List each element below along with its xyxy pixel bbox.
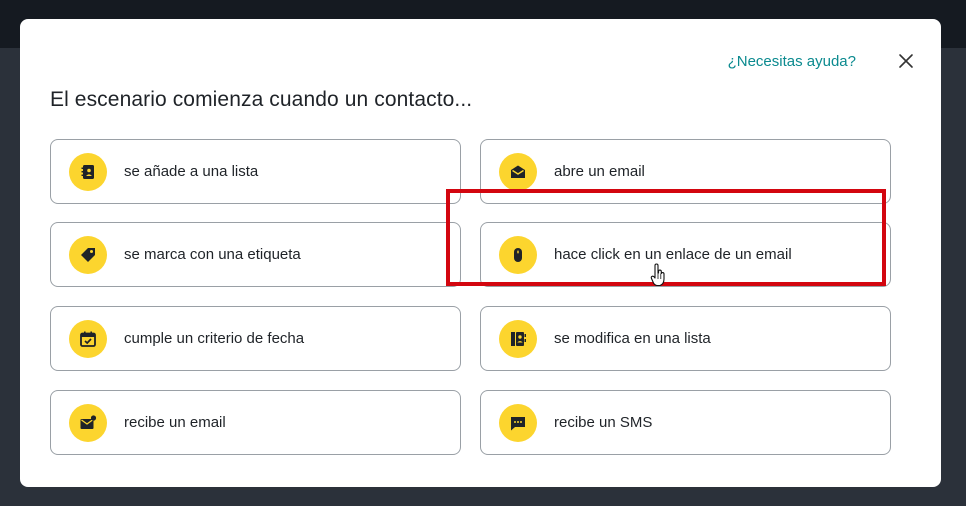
calendar-check-icon [69,319,107,358]
option-label: se marca con una etiqueta [124,246,301,263]
option-label: cumple un criterio de fecha [124,330,305,347]
option-added-to-list[interactable]: se añade a una lista [50,139,461,204]
help-link[interactable]: ¿Necesitas ayuda? [728,53,856,70]
close-button[interactable] [897,52,915,70]
sms-icon [499,403,537,442]
option-label: recibe un SMS [554,414,653,431]
option-label: se modifica en una lista [554,330,711,347]
close-icon [899,54,913,68]
option-receives-email[interactable]: recibe un email [50,390,461,455]
contact-book-icon [69,152,107,191]
modal-title: El escenario comienza cuando un contacto… [50,88,473,111]
open-envelope-icon [499,152,537,191]
option-receives-sms[interactable]: recibe un SMS [480,390,891,455]
contact-list-edit-icon [499,319,537,358]
option-label: recibe un email [124,414,226,431]
tag-icon [69,235,107,274]
option-modified-in-list[interactable]: se modifica en una lista [480,306,891,371]
envelope-notification-icon [69,403,107,442]
hand-cursor-icon [650,263,665,287]
option-label: abre un email [554,163,645,180]
option-label: se añade a una lista [124,163,259,180]
highlight-annotation [446,189,886,286]
option-date-criteria[interactable]: cumple un criterio de fecha [50,306,461,371]
option-tagged[interactable]: se marca con una etiqueta [50,222,461,287]
